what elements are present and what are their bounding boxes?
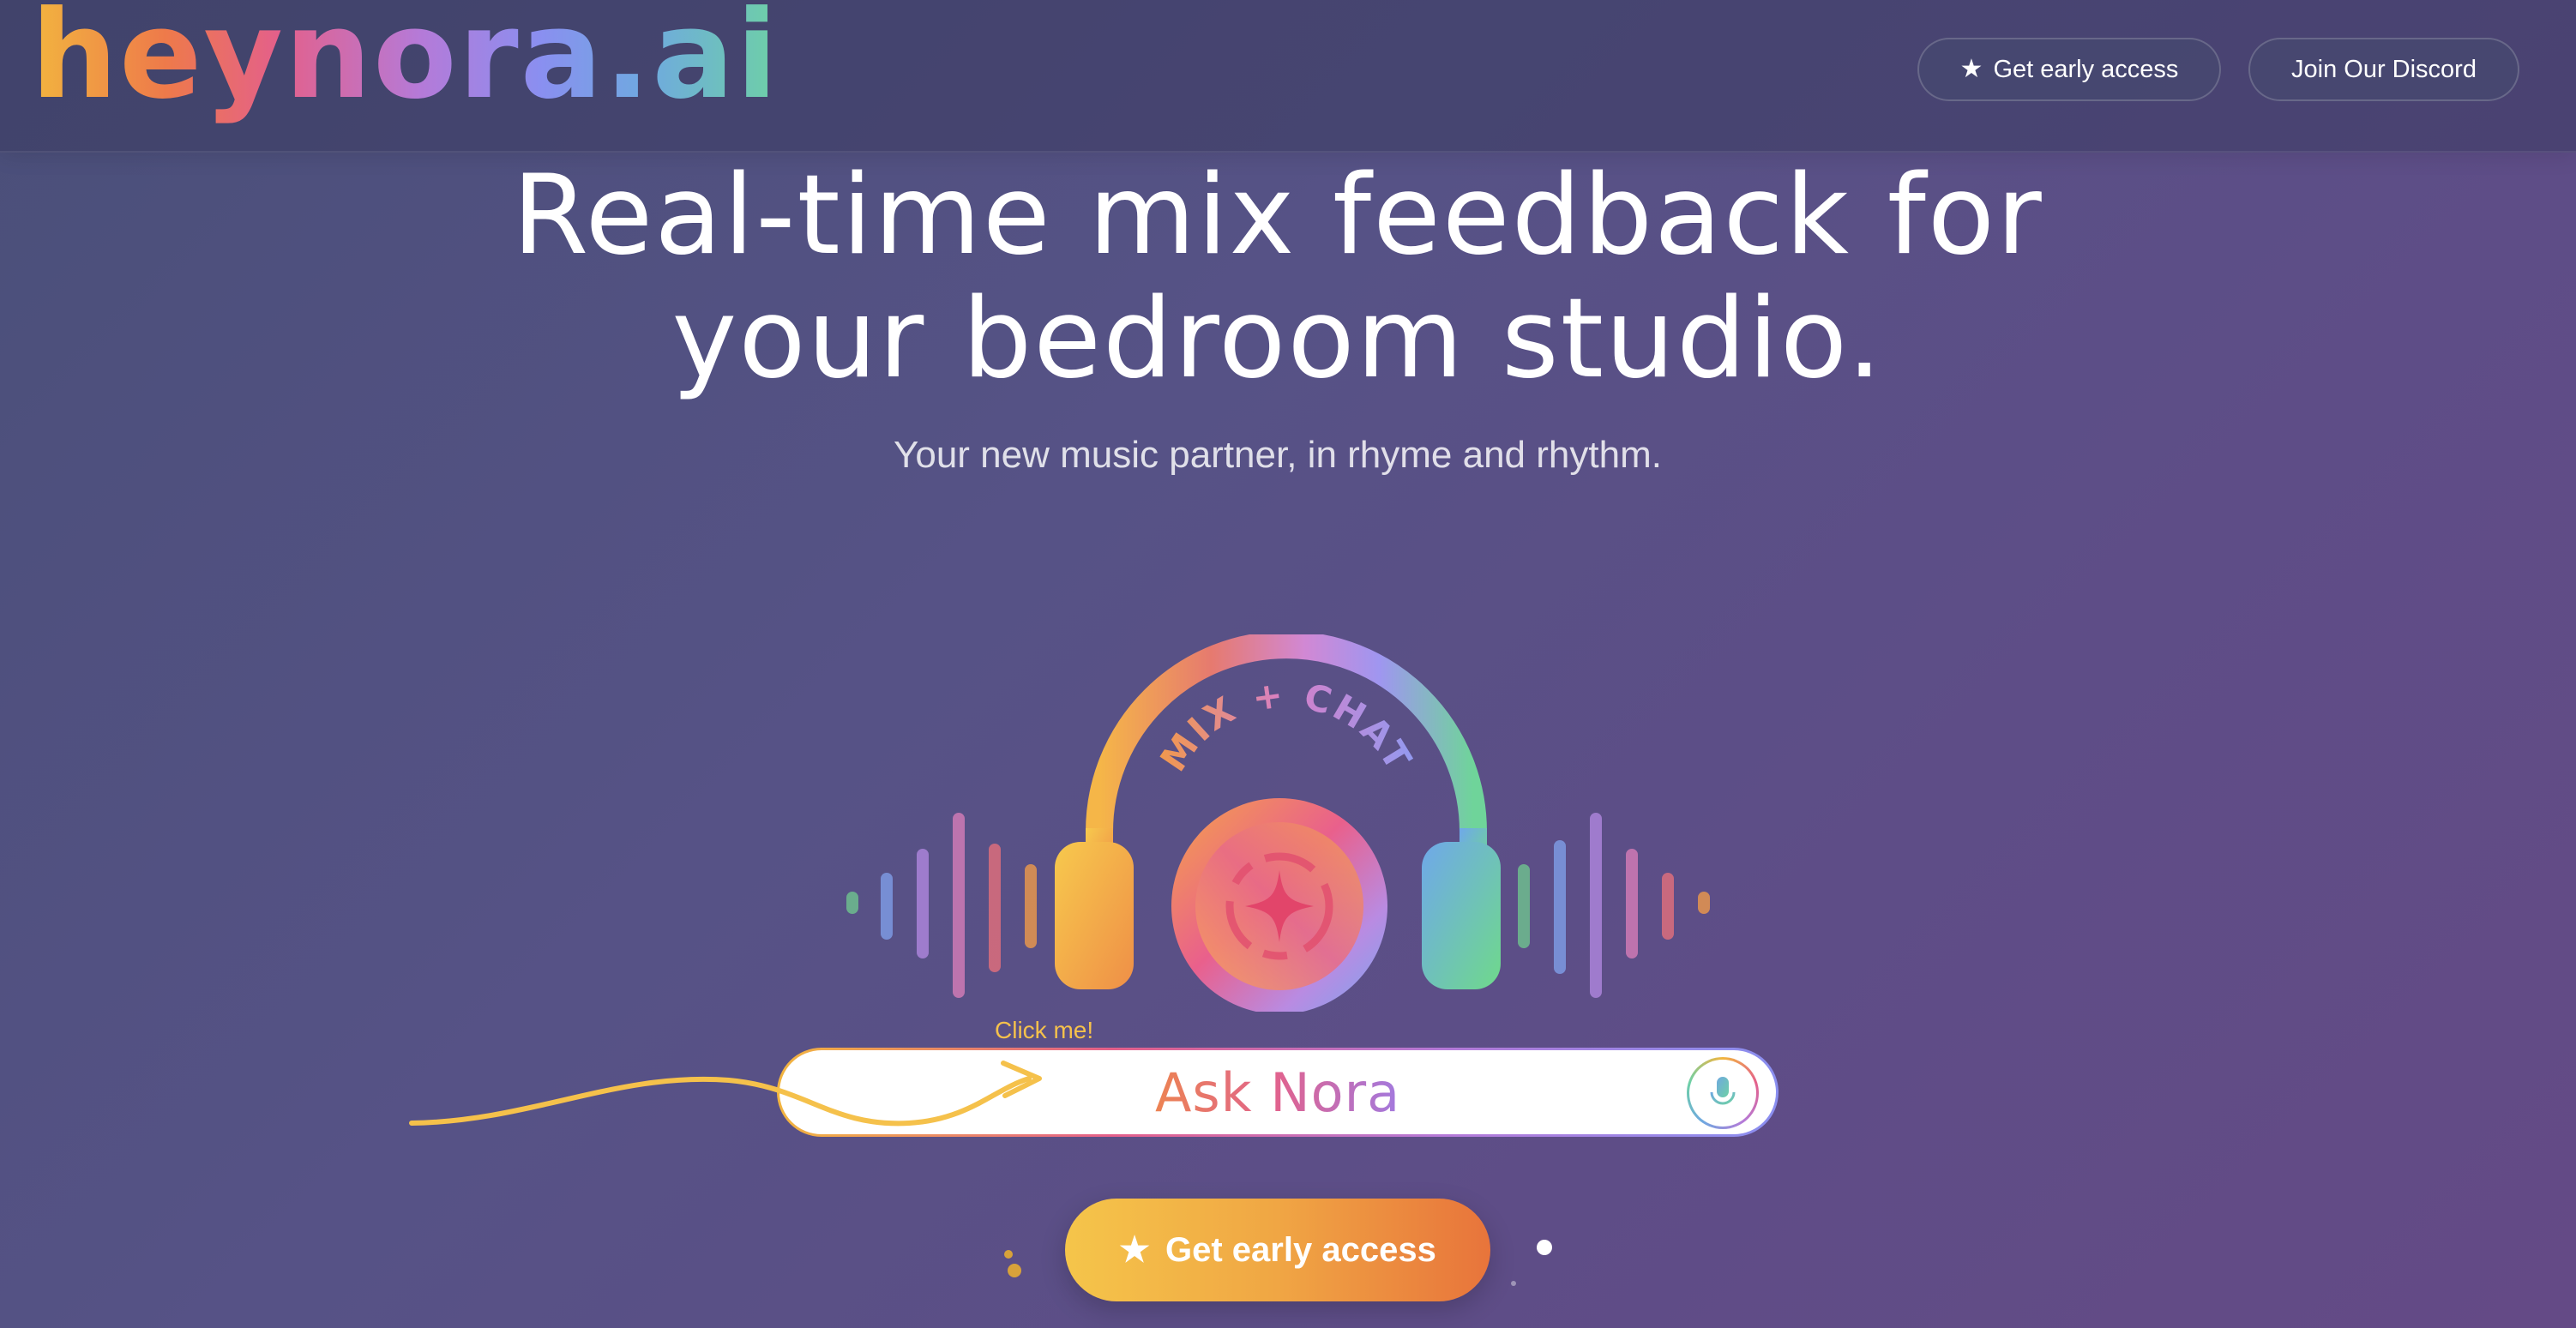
squiggle-arrow — [409, 1061, 1042, 1127]
logo[interactable]: heynora.ai — [31, 0, 779, 129]
hero-subtitle: Your new music partner, in rhyme and rhy… — [894, 434, 1662, 476]
soundwave-right — [1518, 813, 1710, 998]
join-discord-label: Join Our Discord — [2291, 55, 2477, 83]
decorative-dot — [1537, 1240, 1552, 1255]
hero-title: Real-time mix feedback for your bedroom … — [0, 154, 2555, 401]
star-icon: ★ — [1959, 55, 1983, 83]
hero-title-line-1: Real-time mix feedback for — [512, 152, 2043, 279]
site-header: heynora.ai ★ Get early access Join Our D… — [0, 0, 2576, 153]
click-me-hint: Click me! — [995, 1017, 1094, 1043]
microphone-icon-wrap — [1689, 1060, 1756, 1127]
soundwave-left — [846, 813, 1037, 998]
hero-title-line-2: your bedroom studio. — [671, 275, 1884, 403]
star-icon: ★ — [1119, 1231, 1151, 1269]
svg-text:MIX + CHAT: MIX + CHAT — [1152, 673, 1421, 779]
microphone-button[interactable] — [1687, 1057, 1759, 1129]
get-early-access-button[interactable]: ★ Get early access — [1917, 38, 2221, 101]
microphone-icon — [1710, 1077, 1736, 1109]
decorative-dot — [1008, 1264, 1021, 1277]
get-early-access-cta-button[interactable]: ★ Get early access — [1065, 1199, 1490, 1301]
decorative-dot — [1511, 1281, 1516, 1286]
get-early-access-cta-label: Get early access — [1165, 1230, 1436, 1269]
join-discord-button[interactable]: Join Our Discord — [2248, 38, 2519, 101]
decorative-dot — [1004, 1250, 1013, 1259]
mix-chat-badge: MIX + CHAT — [1152, 673, 1418, 779]
get-early-access-label: Get early access — [1993, 55, 2179, 83]
headphones-illustration: MIX + CHAT — [846, 634, 1710, 1012]
